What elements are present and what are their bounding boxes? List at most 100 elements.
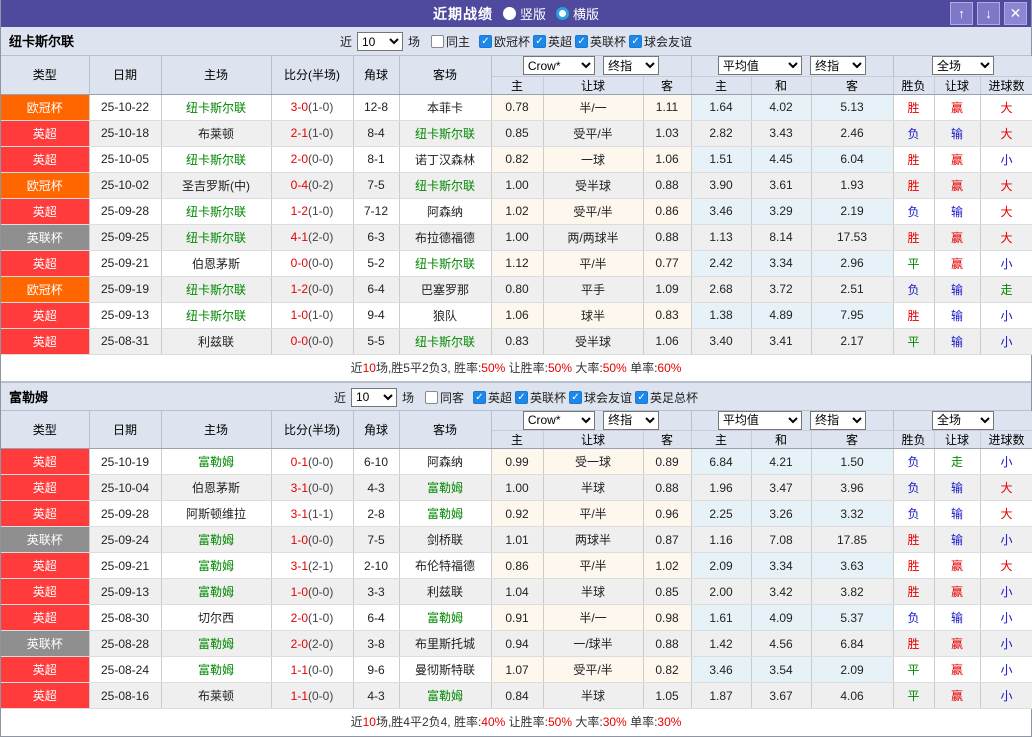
home-team-cell: 纽卡斯尔联 [161, 94, 271, 120]
corner-cell: 6-10 [353, 449, 399, 475]
full-score: 3-0 [291, 100, 308, 114]
league-label: 英超 [488, 389, 512, 406]
avg-stage-select[interactable]: 终指 [810, 411, 866, 430]
summary-segment: 50% [548, 715, 572, 729]
odds-company-select[interactable]: Crow* [523, 411, 595, 430]
layout-radio-vertical[interactable]: 竖版 [503, 4, 546, 23]
result-handicap: 输 [951, 309, 963, 323]
layout-radio-horizontal[interactable]: 横版 [556, 4, 599, 23]
score-cell: 0-0(0-0) [271, 328, 353, 354]
col-header-date: 日期 [89, 56, 161, 94]
league-filter-checkbox[interactable]: ✓球会友谊 [569, 389, 632, 406]
recent-games-select[interactable]: 10 [351, 388, 397, 407]
same-venue-checkbox[interactable]: 同客 [425, 389, 464, 406]
date-cell: 25-10-04 [89, 475, 161, 501]
avg-type-select[interactable]: 平均值 [718, 411, 802, 430]
result-winloss-cell: 胜 [893, 224, 934, 250]
result-winloss-cell: 胜 [893, 527, 934, 553]
score-cell: 2-0(2-0) [271, 631, 353, 657]
team-name: 富勒姆 [9, 383, 48, 412]
odds-home-cell: 0.92 [491, 501, 543, 527]
away-team: 阿森纳 [427, 455, 463, 469]
move-down-button[interactable]: ↓ [977, 2, 1000, 25]
odds-stage-select[interactable]: 终指 [603, 56, 659, 75]
odds-away-cell: 1.05 [643, 683, 691, 709]
league-filter-checkbox[interactable]: ✓欧冠杯 [479, 33, 530, 50]
corner-cell: 6-4 [353, 276, 399, 302]
full-score: 3-1 [291, 481, 308, 495]
unchecked-checkbox-icon [431, 35, 444, 48]
checked-checkbox-icon: ✓ [533, 35, 546, 48]
score-cell: 3-1(2-1) [271, 553, 353, 579]
result-handicap: 输 [951, 283, 963, 297]
away-team-cell: 诺丁汉森林 [399, 146, 491, 172]
result-handicap-cell: 赢 [934, 146, 980, 172]
away-team: 诺丁汉森林 [415, 153, 475, 167]
summary-segment: 60% [657, 361, 681, 375]
away-team: 布里斯托城 [415, 637, 475, 651]
avg-away-cell: 3.96 [811, 475, 893, 501]
result-winloss: 胜 [907, 153, 919, 167]
result-handicap: 赢 [951, 231, 963, 245]
result-goals: 大 [1000, 481, 1012, 495]
corner-cell: 7-5 [353, 527, 399, 553]
result-goals-cell: 大 [980, 475, 1032, 501]
corner-cell: 8-1 [353, 146, 399, 172]
scope-select[interactable]: 全场 [932, 56, 994, 75]
team-filter-bar: 富勒姆 近 10 场 同客 ✓英超 ✓英联杯 ✓球会友谊 ✓英足总杯 [1, 382, 1031, 411]
subcol-avg-home: 主 [691, 431, 751, 449]
result-winloss-cell: 负 [893, 475, 934, 501]
avg-stage-select[interactable]: 终指 [810, 56, 866, 75]
recent-games-select[interactable]: 10 [357, 32, 403, 51]
league-label: 球会友谊 [584, 389, 632, 406]
full-score: 1-2 [291, 204, 308, 218]
score-cell: 1-2(1-0) [271, 198, 353, 224]
subcol-result-handicap: 让球 [934, 431, 980, 449]
result-handicap-cell: 输 [934, 328, 980, 354]
summary-segment: 40% [481, 715, 505, 729]
result-goals: 小 [1000, 455, 1012, 469]
half-score: (2-1) [308, 559, 333, 573]
league-filter-checkbox[interactable]: ✓球会友谊 [629, 33, 692, 50]
half-score: (0-0) [308, 585, 333, 599]
league-filter-checkbox[interactable]: ✓英联杯 [515, 389, 566, 406]
result-winloss: 平 [907, 663, 919, 677]
league-filter-checkbox[interactable]: ✓英超 [473, 389, 512, 406]
same-venue-checkbox[interactable]: 同主 [431, 33, 470, 50]
result-winloss-cell: 负 [893, 605, 934, 631]
avg-home-cell: 1.87 [691, 683, 751, 709]
odds-handicap-cell: 半球 [543, 579, 643, 605]
avg-home-cell: 1.16 [691, 527, 751, 553]
odds-stage-select[interactable]: 终指 [603, 411, 659, 430]
subcol-avg-draw: 和 [751, 76, 811, 94]
avg-away-cell: 2.09 [811, 657, 893, 683]
odds-company-select[interactable]: Crow* [523, 56, 595, 75]
panel-title: 近期战绩 [433, 4, 493, 24]
odds-handicap-cell: 一/球半 [543, 631, 643, 657]
league-filter-checkbox[interactable]: ✓英联杯 [575, 33, 626, 50]
result-winloss: 胜 [907, 559, 919, 573]
odds-away-cell: 0.88 [643, 475, 691, 501]
result-winloss-cell: 胜 [893, 146, 934, 172]
result-goals-cell: 小 [980, 579, 1032, 605]
summary-segment: 大率: [572, 715, 603, 729]
avg-draw-cell: 3.43 [751, 120, 811, 146]
move-up-button[interactable]: ↑ [950, 2, 973, 25]
avg-source-header: 平均值 终指 [691, 411, 893, 431]
odds-away-cell: 0.98 [643, 605, 691, 631]
close-button[interactable]: ✕ [1004, 2, 1027, 25]
odds-away-cell: 1.03 [643, 120, 691, 146]
avg-type-select[interactable]: 平均值 [718, 56, 802, 75]
subcol-result-goals: 进球数 [980, 76, 1032, 94]
match-row: 英超 25-09-21 伯恩茅斯 0-0(0-0) 5-2 纽卡斯尔联 1.12… [1, 250, 1032, 276]
league-filter-checkbox[interactable]: ✓英超 [533, 33, 572, 50]
result-handicap-cell: 赢 [934, 94, 980, 120]
result-handicap-cell: 输 [934, 605, 980, 631]
away-team: 富勒姆 [427, 507, 463, 521]
away-team-cell: 剑桥联 [399, 527, 491, 553]
result-handicap-cell: 赢 [934, 172, 980, 198]
subcol-odds-away: 客 [643, 431, 691, 449]
scope-select[interactable]: 全场 [932, 411, 994, 430]
league-filter-checkbox[interactable]: ✓英足总杯 [635, 389, 698, 406]
checked-checkbox-icon: ✓ [473, 391, 486, 404]
